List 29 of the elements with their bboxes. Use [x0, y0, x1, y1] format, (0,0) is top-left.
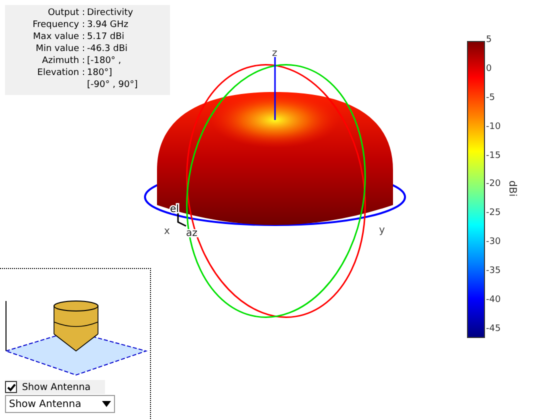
info-value: 5.17 dBi	[87, 31, 126, 43]
info-value: 3.94 GHz	[87, 19, 130, 31]
colorbar-tick-label: -10	[486, 122, 501, 133]
checkmark-icon	[6, 382, 16, 392]
info-label: Azimuth :	[41, 55, 85, 67]
info-value: [-180° ,	[87, 55, 122, 67]
caret-icon	[102, 401, 111, 407]
show-antenna-checkbox[interactable]: Show Antenna	[5, 380, 105, 394]
info-value: 180°]	[87, 67, 114, 79]
colorbar-tick-label: -45	[486, 324, 501, 335]
colorbar-tick-label: 0	[486, 64, 493, 75]
colorbar-tick-label: -40	[486, 295, 501, 306]
colorbar-tick-label: -20	[486, 179, 501, 190]
colorbar-tick-label: -15	[486, 150, 501, 162]
colorbar-tick-label: 5	[486, 35, 493, 46]
info-label: Max value :	[32, 31, 85, 43]
colorbar-label: dBi	[506, 180, 518, 196]
colorbar-tick-label: -25	[486, 208, 501, 220]
info-label: Frequency :	[32, 19, 85, 31]
info-value: Directivity	[87, 7, 134, 19]
colorbar-tick-label: -5	[486, 92, 496, 104]
info-value: [-90° , 90°]	[87, 79, 139, 91]
colorbar-tick-label: -30	[486, 237, 501, 248]
colorbar-tick-label: -35	[486, 266, 501, 278]
info-label: Output :	[46, 7, 85, 19]
show-antenna-dropdown[interactable]: Show Antenna	[5, 395, 115, 413]
info-label: Min value :	[34, 43, 85, 55]
info-value: -46.3 dBi	[87, 43, 129, 55]
info-label: Elevation :	[36, 67, 85, 79]
